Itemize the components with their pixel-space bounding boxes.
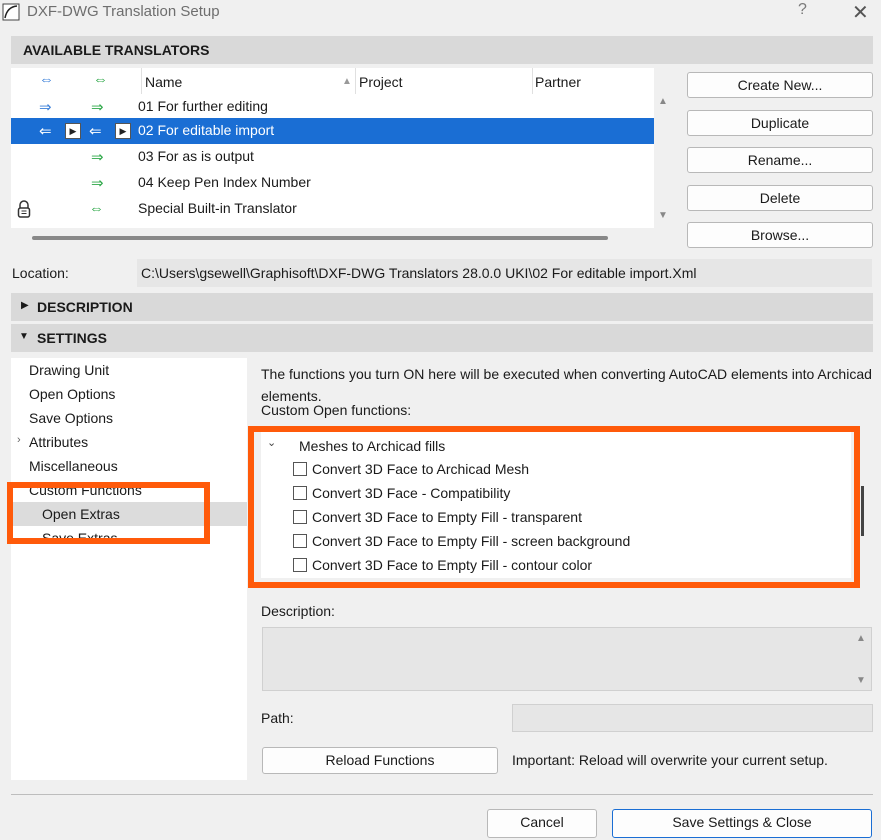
translator-row[interactable]: ⇔ Special Built-in Translator xyxy=(11,196,654,222)
translator-name: Special Built-in Translator xyxy=(138,200,297,216)
column-header-name[interactable]: Name xyxy=(145,74,182,90)
description-box xyxy=(262,627,872,691)
nav-item-attributes[interactable]: Attributes xyxy=(29,434,88,450)
list-header-row: ⇔ ⇔ Name ▲ Project Partner xyxy=(11,68,654,94)
translator-row-selected[interactable]: ⇐ ▶ ⇐ ▶ 02 For editable import xyxy=(11,118,654,144)
rename-button[interactable]: Rename... xyxy=(687,147,873,173)
arrow-left-icon: ⇐ xyxy=(89,123,102,140)
scroll-up-icon[interactable]: ▲ xyxy=(856,633,866,644)
app-logo-icon xyxy=(2,3,20,21)
translator-name: 01 For further editing xyxy=(138,98,268,114)
reload-warning-text: Important: Reload will overwrite your cu… xyxy=(512,752,828,768)
green-transfer-header-icon: ⇔ xyxy=(93,71,108,88)
description-label: Description: xyxy=(261,603,335,619)
settings-nav-tree: Drawing Unit Open Options Save Options ›… xyxy=(11,358,247,780)
translator-row[interactable]: ⇒ ⇒ 01 For further editing xyxy=(11,94,654,120)
available-translators-label: AVAILABLE TRANSLATORS xyxy=(23,42,210,58)
highlight-annotation-box xyxy=(248,426,860,588)
translator-row[interactable]: ⇒ 04 Keep Pen Index Number xyxy=(11,170,654,196)
nav-item-open-options[interactable]: Open Options xyxy=(29,386,115,402)
browse-button[interactable]: Browse... xyxy=(687,222,873,248)
arrow-right-icon: ⇒ xyxy=(91,99,104,116)
arrow-both-icon: ⇔ xyxy=(89,200,104,217)
scroll-up-icon[interactable]: ▲ xyxy=(658,96,668,107)
translator-name: 04 Keep Pen Index Number xyxy=(138,174,311,190)
scroll-down-icon[interactable]: ▼ xyxy=(658,210,668,221)
nav-item-miscellaneous[interactable]: Miscellaneous xyxy=(29,458,118,474)
settings-intro-text: The functions you turn ON here will be e… xyxy=(261,366,872,404)
delete-button[interactable]: Delete xyxy=(687,185,873,211)
description-section-label: DESCRIPTION xyxy=(37,299,133,315)
lock-icon xyxy=(17,200,31,218)
cancel-button[interactable]: Cancel xyxy=(487,809,597,838)
reload-functions-button[interactable]: Reload Functions xyxy=(262,747,498,774)
path-field xyxy=(512,704,873,732)
nav-item-drawing-unit[interactable]: Drawing Unit xyxy=(29,362,109,378)
path-label: Path: xyxy=(261,710,294,726)
scroll-down-icon[interactable]: ▼ xyxy=(856,675,866,686)
help-icon[interactable]: ? xyxy=(798,1,807,19)
nav-item-save-options[interactable]: Save Options xyxy=(29,410,113,426)
create-new-button[interactable]: Create New... xyxy=(687,72,873,98)
description-section-header[interactable]: ▶ DESCRIPTION xyxy=(11,293,873,321)
expand-down-icon: ▼ xyxy=(19,331,29,342)
location-label: Location: xyxy=(12,265,69,281)
available-translators-header: AVAILABLE TRANSLATORS xyxy=(11,36,873,64)
translator-name: 03 For as is output xyxy=(138,148,254,164)
column-header-project[interactable]: Project xyxy=(359,74,403,90)
list-horizontal-scrollbar[interactable] xyxy=(32,236,608,240)
expand-right-icon: ▶ xyxy=(21,300,29,311)
play-icon[interactable]: ▶ xyxy=(65,123,81,139)
title-bar: DXF-DWG Translation Setup ? ✕ xyxy=(0,0,881,26)
location-field: C:\Users\gsewell\Graphisoft\DXF-DWG Tran… xyxy=(137,259,872,287)
functions-scrollbar[interactable] xyxy=(861,486,864,536)
translator-name: 02 For editable import xyxy=(138,122,275,138)
sort-ascending-icon: ▲ xyxy=(342,76,352,87)
column-header-partner[interactable]: Partner xyxy=(535,74,581,90)
arrow-right-icon: ⇒ xyxy=(91,175,104,192)
custom-open-functions-label: Custom Open functions: xyxy=(261,402,412,418)
arrow-right-icon: ⇒ xyxy=(91,149,104,166)
settings-section-header[interactable]: ▼ SETTINGS xyxy=(11,324,873,352)
footer-divider xyxy=(11,794,873,795)
translator-list[interactable]: ⇔ ⇔ Name ▲ Project Partner ⇒ ⇒ 01 For fu… xyxy=(11,68,654,228)
close-icon[interactable]: ✕ xyxy=(852,0,869,25)
play-icon[interactable]: ▶ xyxy=(115,123,131,139)
translator-row[interactable]: ⇒ 03 For as is output xyxy=(11,144,654,170)
settings-section-label: SETTINGS xyxy=(37,330,108,346)
duplicate-button[interactable]: Duplicate xyxy=(687,110,873,136)
arrow-left-icon: ⇐ xyxy=(39,123,52,140)
arrow-right-icon: ⇒ xyxy=(39,99,52,116)
save-settings-close-button[interactable]: Save Settings & Close xyxy=(612,809,872,838)
window-title: DXF-DWG Translation Setup xyxy=(27,3,220,20)
highlight-annotation-box xyxy=(7,482,210,544)
chevron-right-icon[interactable]: › xyxy=(17,434,21,446)
import-export-header-icon: ⇔ xyxy=(39,71,54,88)
